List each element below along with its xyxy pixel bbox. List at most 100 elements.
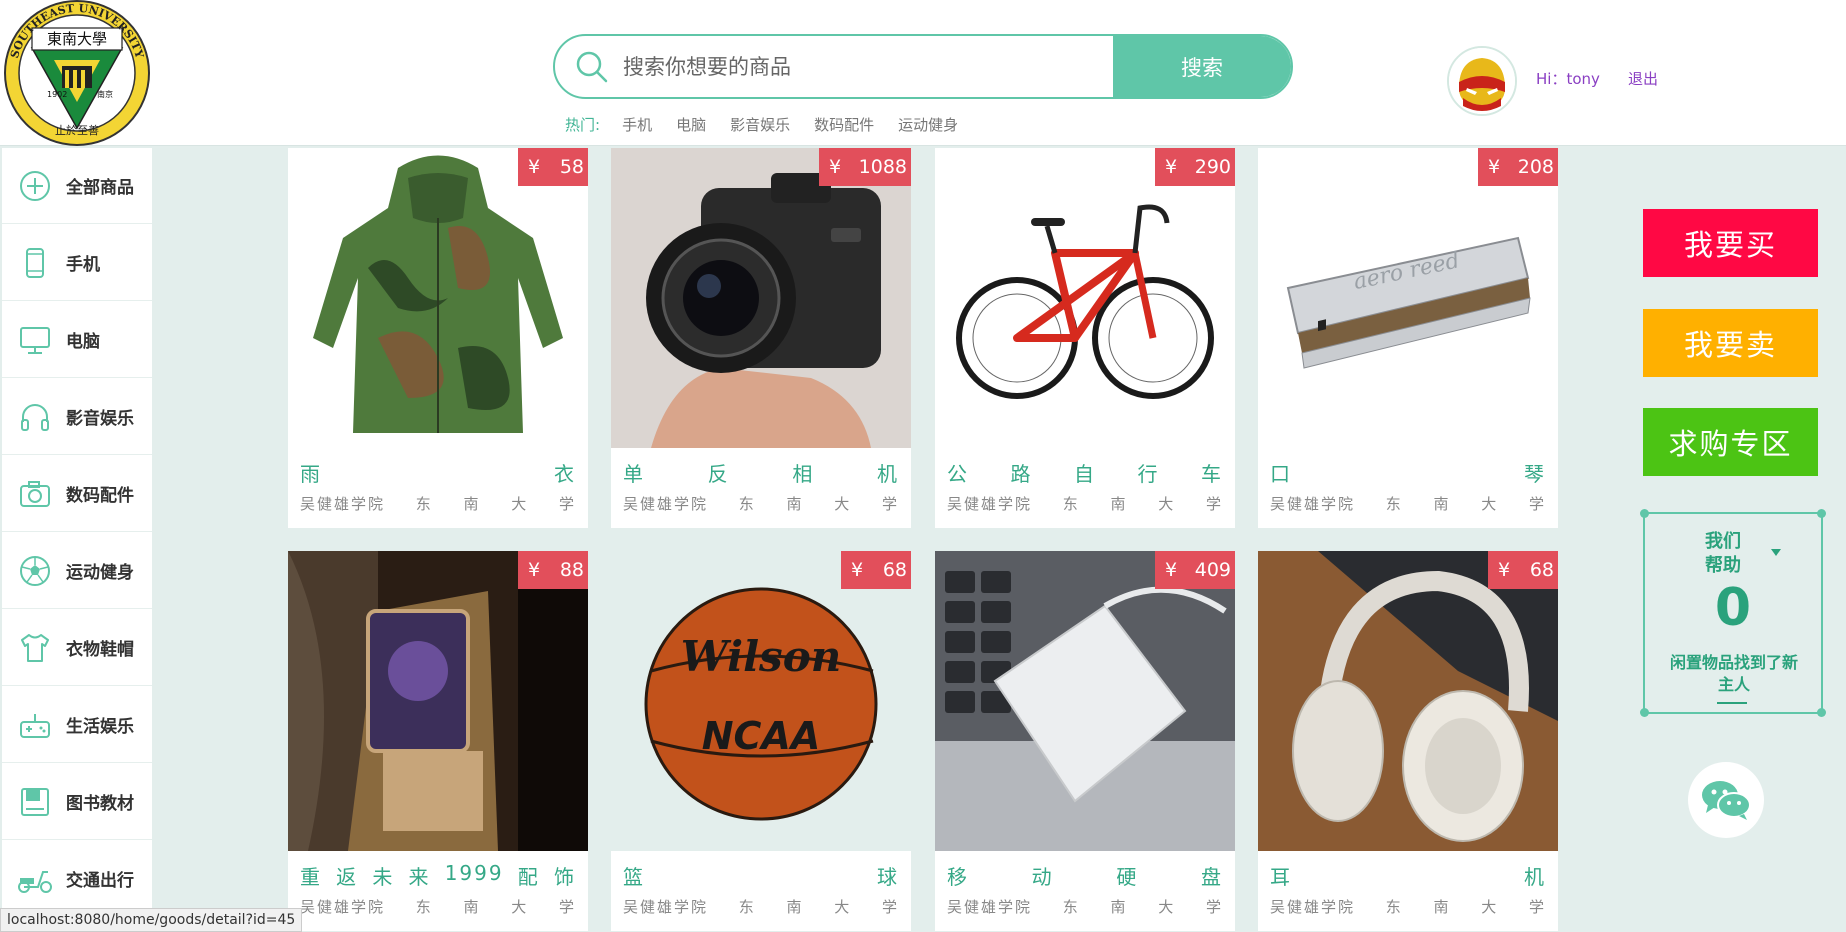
search-icon (575, 50, 609, 84)
header: 東南大學 1902 南京 止於至善 SOUTHEAST UNIVERSITY 搜… (0, 0, 1846, 146)
product-image-bike[interactable] (935, 148, 1235, 448)
sell-button[interactable]: 我要卖 (1643, 309, 1818, 377)
sidebar-item-computer[interactable]: 电脑 (2, 302, 152, 378)
shirt-icon (16, 629, 54, 667)
svg-text:Wilson: Wilson (681, 632, 842, 681)
hot-item-sports[interactable]: 运动健身 (898, 114, 958, 135)
logo-motto: 止於至善 (55, 123, 99, 137)
wanted-zone-button[interactable]: 求购专区 (1643, 408, 1818, 476)
product-location: 吴健雄学院东南大学 (1270, 495, 1546, 513)
price-tag: ¥208 (1478, 148, 1558, 186)
product-card[interactable]: ¥68 耳机 吴健雄学院东南大学 (1258, 551, 1558, 931)
scooter-icon (16, 860, 54, 898)
sidebar-item-label: 数码配件 (66, 486, 134, 506)
product-title[interactable]: 口琴 (1270, 458, 1546, 487)
hot-label: 热门: (565, 116, 601, 134)
hot-item-phone[interactable]: 手机 (622, 114, 652, 135)
product-location: 吴健雄学院东南大学 (623, 898, 899, 916)
headphones-icon (16, 398, 54, 436)
user-avatar[interactable] (1447, 46, 1517, 116)
logo-chinese-name: 東南大學 (47, 30, 107, 48)
hot-item-computer[interactable]: 电脑 (676, 114, 706, 135)
price-tag: ¥88 (518, 551, 588, 589)
product-card[interactable]: ¥58 雨衣 吴健雄学院东南大学 (288, 148, 588, 528)
product-image-accessory[interactable] (288, 551, 588, 851)
product-location: 吴健雄学院东南大学 (300, 495, 576, 513)
search-input[interactable] (623, 36, 1163, 97)
product-title[interactable]: 单反相机 (623, 458, 899, 487)
logout-link[interactable]: 退出 (1628, 68, 1658, 89)
product-title[interactable]: 重返未来 1999 配饰 (300, 861, 576, 890)
svg-text:NCAA: NCAA (702, 714, 821, 758)
sidebar-item-digital[interactable]: 数码配件 (2, 456, 152, 532)
product-title[interactable]: 移动硬盘 (947, 861, 1223, 890)
help-count: 0 (1714, 578, 1752, 638)
book-icon (16, 783, 54, 821)
price-value: 409 (1194, 559, 1231, 581)
logo-year: 1902 (47, 90, 67, 99)
price-tag: ¥409 (1155, 551, 1235, 589)
help-panel: 我们 帮助 0 闲置物品找到了新主人 (1640, 509, 1826, 717)
buy-button[interactable]: 我要买 (1643, 209, 1818, 277)
sidebar-item-books[interactable]: 图书教材 (2, 764, 152, 840)
product-title[interactable]: 篮球 (623, 861, 899, 890)
sidebar-item-label: 电脑 (66, 332, 100, 352)
price-value: 68 (1529, 559, 1554, 581)
product-image-camera[interactable] (611, 148, 911, 448)
hot-keywords: 热门: 手机 电脑 影音娱乐 数码配件 运动健身 (565, 114, 982, 135)
sidebar-item-transport[interactable]: 交通出行 (2, 841, 152, 917)
soccer-ball-icon (16, 552, 54, 590)
product-image-basketball[interactable]: Wilson NCAA (611, 551, 911, 851)
product-card[interactable]: ¥290 公路自行车 吴健雄学院东南大学 (935, 148, 1235, 528)
product-image-headphones[interactable] (1258, 551, 1558, 851)
product-image-harmonica[interactable]: aero reed (1258, 148, 1558, 448)
sidebar-item-label: 手机 (66, 255, 100, 275)
price-value: 88 (559, 559, 584, 581)
university-logo[interactable]: 東南大學 1902 南京 止於至善 SOUTHEAST UNIVERSITY (2, 0, 152, 146)
price-tag: ¥58 (518, 148, 588, 186)
product-card[interactable]: Wilson NCAA ¥68 篮球 吴健雄学院东南大学 (611, 551, 911, 931)
sidebar-item-phone[interactable]: 手机 (2, 225, 152, 301)
sidebar-item-all[interactable]: 全部商品 (2, 148, 152, 224)
currency-symbol: ¥ (1488, 156, 1501, 178)
sidebar-item-label: 衣物鞋帽 (66, 640, 134, 660)
price-value: 68 (882, 559, 907, 581)
price-tag: ¥68 (1488, 551, 1558, 589)
sidebar-item-label: 交通出行 (66, 871, 134, 891)
product-title[interactable]: 雨衣 (300, 458, 576, 487)
price-value: 58 (559, 156, 584, 178)
product-card[interactable]: ¥1088 单反相机 吴健雄学院东南大学 (611, 148, 911, 528)
gamepad-icon (16, 706, 54, 744)
product-card[interactable]: ¥88 重返未来 1999 配饰 吴健雄学院东南大学 (288, 551, 588, 931)
category-sidebar: 全部商品 手机 电脑 影音娱乐 数码配件 运动健身 衣物鞋帽 生活娱乐 图书教材… (2, 148, 152, 932)
product-card[interactable]: ¥409 移动硬盘 吴健雄学院东南大学 (935, 551, 1235, 931)
price-tag: ¥290 (1155, 148, 1235, 186)
product-title[interactable]: 耳机 (1270, 861, 1546, 890)
help-text: 闲置物品找到了新主人 (1669, 653, 1798, 694)
price-value: 1088 (858, 156, 907, 178)
wechat-icon[interactable] (1688, 762, 1764, 838)
sidebar-item-label: 影音娱乐 (66, 409, 134, 429)
product-title[interactable]: 公路自行车 (947, 458, 1223, 487)
status-bar-url: localhost:8080/home/goods/detail?id=45 (0, 908, 303, 932)
sidebar-item-life[interactable]: 生活娱乐 (2, 687, 152, 763)
price-tag: ¥1088 (819, 148, 911, 186)
sidebar-item-sports[interactable]: 运动健身 (2, 533, 152, 609)
help-title: 我们 帮助 (1705, 531, 1741, 576)
sidebar-item-audio-video[interactable]: 影音娱乐 (2, 379, 152, 455)
product-card[interactable]: aero reed ¥208 口琴 吴健雄学院东南大学 (1258, 148, 1558, 528)
user-greeting[interactable]: Hi：tony (1536, 68, 1600, 89)
logo-city: 南京 (97, 89, 113, 99)
sidebar-item-clothing[interactable]: 衣物鞋帽 (2, 610, 152, 686)
sidebar-item-label: 图书教材 (66, 794, 134, 814)
currency-symbol: ¥ (1165, 156, 1178, 178)
monitor-icon (16, 321, 54, 359)
product-location: 吴健雄学院东南大学 (300, 898, 576, 916)
hot-item-audio-video[interactable]: 影音娱乐 (730, 114, 790, 135)
hot-item-digital[interactable]: 数码配件 (814, 114, 874, 135)
search-button[interactable]: 搜索 (1113, 36, 1291, 97)
price-tag: ¥68 (841, 551, 911, 589)
product-image-raincoat[interactable] (288, 148, 588, 448)
product-image-hard-drive[interactable] (935, 551, 1235, 851)
product-location: 吴健雄学院东南大学 (947, 495, 1223, 513)
